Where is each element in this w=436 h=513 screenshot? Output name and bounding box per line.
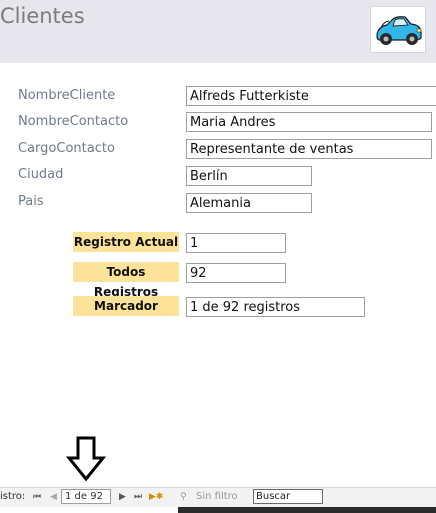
field-ciudad[interactable]: Berlín	[186, 166, 312, 186]
label-todos-registros: Todos Registros	[73, 262, 179, 299]
previous-record-icon[interactable]: ◀	[50, 491, 57, 503]
taskbar-strip	[178, 507, 436, 513]
new-record-icon[interactable]: ▶✱	[149, 491, 163, 503]
nav-prefix: istro:	[0, 491, 26, 502]
logo	[370, 6, 426, 53]
field-marcador[interactable]: 1 de 92 registros	[186, 297, 365, 317]
down-arrow-icon	[66, 436, 106, 482]
current-record-input[interactable]: 1 de 92	[61, 489, 111, 504]
filter-icon[interactable]: ⚲	[180, 491, 187, 503]
label-ciudad: Ciudad	[18, 167, 64, 182]
label-pais: Pais	[18, 194, 44, 209]
filter-status[interactable]: Sin filtro	[196, 491, 238, 503]
field-registro-actual[interactable]: 1	[186, 233, 286, 253]
field-nombre-contacto[interactable]: Maria Andres	[186, 112, 432, 132]
form-header: Clientes	[0, 0, 436, 63]
label-cargo-contacto: CargoContacto	[18, 141, 115, 156]
search-input[interactable]: Buscar	[253, 489, 323, 504]
car-icon	[376, 16, 422, 45]
last-record-icon[interactable]: ⏭	[134, 491, 142, 503]
form-title: Clientes	[0, 4, 85, 28]
label-registro-actual: Registro Actual	[73, 232, 179, 252]
label-nombre-contacto: NombreContacto	[18, 114, 129, 129]
field-todos-registros[interactable]: 92	[186, 263, 286, 283]
label-nombre-cliente: NombreCliente	[18, 88, 116, 103]
status-strip	[0, 507, 178, 513]
field-pais[interactable]: Alemania	[186, 193, 312, 213]
next-record-icon[interactable]: ▶	[119, 491, 126, 503]
field-nombre-cliente[interactable]: Alfreds Futterkiste	[186, 86, 436, 106]
label-marcador: Marcador	[73, 296, 179, 316]
record-navigation-bar: istro: ⏮ ◀ 1 de 92 ▶ ⏭ ▶✱ ⚲ Sin filtro B…	[0, 487, 436, 507]
field-cargo-contacto[interactable]: Representante de ventas	[186, 139, 432, 159]
first-record-icon[interactable]: ⏮	[33, 491, 41, 503]
